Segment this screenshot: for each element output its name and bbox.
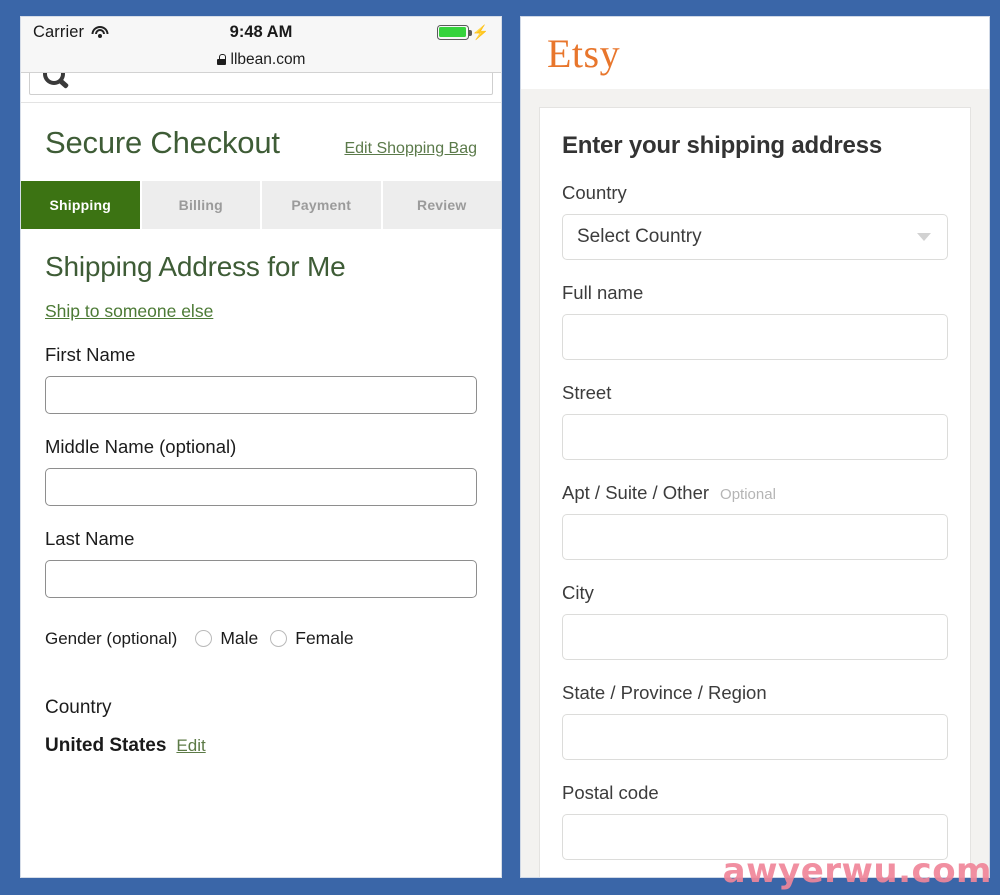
etsy-header: Etsy bbox=[521, 17, 989, 89]
tab-review[interactable]: Review bbox=[383, 181, 502, 229]
field-city: City bbox=[562, 582, 948, 660]
llbean-mobile-panel: Carrier 9:48 AM ⚡ llbean.com Secure Chec… bbox=[20, 16, 502, 878]
country-block: Country United States Edit bbox=[45, 697, 477, 757]
field-label: City bbox=[562, 582, 948, 604]
field-first-name: First Name bbox=[45, 344, 477, 414]
charging-icon: ⚡ bbox=[471, 24, 489, 40]
field-label: First Name bbox=[45, 344, 136, 365]
tab-payment[interactable]: Payment bbox=[262, 181, 383, 229]
checkout-header: Secure Checkout Edit Shopping Bag bbox=[21, 103, 501, 181]
ship-to-someone-else-link[interactable]: Ship to someone else bbox=[45, 301, 213, 322]
etsy-logo[interactable]: Etsy bbox=[547, 30, 620, 77]
country-select-value: Select Country bbox=[577, 226, 702, 247]
label-text: City bbox=[562, 582, 594, 603]
tab-billing[interactable]: Billing bbox=[142, 181, 262, 229]
etsy-panel: Etsy Enter your shipping address Country… bbox=[520, 16, 990, 878]
country-edit-link[interactable]: Edit bbox=[176, 736, 205, 756]
field-label: Last Name bbox=[45, 528, 135, 549]
carrier-label: Carrier bbox=[33, 22, 85, 41]
gender-field: Gender (optional) Male Female bbox=[45, 628, 477, 649]
status-bar-right: ⚡ bbox=[436, 24, 489, 40]
radio-icon[interactable] bbox=[270, 630, 288, 647]
last-name-input[interactable] bbox=[45, 560, 477, 598]
city-input[interactable] bbox=[562, 614, 948, 660]
radio-icon[interactable] bbox=[195, 630, 213, 647]
field-apt-suite-other: Apt / Suite / Other Optional bbox=[562, 482, 948, 560]
field-postal-code: Postal code bbox=[562, 782, 948, 860]
gender-option-male[interactable]: Male bbox=[195, 628, 258, 649]
field-label: State / Province / Region bbox=[562, 682, 948, 704]
shipping-form: Shipping Address for Me Ship to someone … bbox=[21, 229, 501, 757]
watermark: awyerwu.com bbox=[722, 851, 992, 891]
radio-label: Female bbox=[295, 628, 354, 648]
edit-shopping-bag-link[interactable]: Edit Shopping Bag bbox=[344, 140, 477, 158]
first-name-input[interactable] bbox=[45, 376, 477, 414]
status-bar-left: Carrier bbox=[33, 22, 109, 42]
site-search-strip[interactable] bbox=[21, 73, 501, 103]
field-country: Country Select Country bbox=[562, 182, 948, 260]
apt-suite-other-input[interactable] bbox=[562, 514, 948, 560]
country-select[interactable]: Select Country bbox=[562, 214, 948, 260]
street-input[interactable] bbox=[562, 414, 948, 460]
label-text: Country bbox=[562, 182, 627, 203]
label-text: Full name bbox=[562, 282, 644, 303]
middle-name-input[interactable] bbox=[45, 468, 477, 506]
field-last-name: Last Name bbox=[45, 528, 477, 598]
gender-label: Gender (optional) bbox=[45, 628, 178, 648]
label-text: State / Province / Region bbox=[562, 682, 767, 703]
page-title: Secure Checkout bbox=[45, 125, 280, 160]
field-label: Apt / Suite / Other Optional bbox=[562, 482, 948, 504]
field-label: Full name bbox=[562, 282, 948, 304]
field-middle-name: Middle Name (optional) bbox=[45, 436, 477, 506]
screenshot-stage: Carrier 9:48 AM ⚡ llbean.com Secure Chec… bbox=[0, 0, 1000, 895]
url-text: llbean.com bbox=[230, 50, 306, 68]
checkout-step-tabs: Shipping Billing Payment Review bbox=[21, 181, 501, 229]
optional-hint: Optional bbox=[720, 486, 776, 503]
gender-option-female[interactable]: Female bbox=[270, 628, 354, 649]
label-text: Postal code bbox=[562, 782, 659, 803]
country-value-row: United States Edit bbox=[45, 735, 477, 757]
state-province-region-input[interactable] bbox=[562, 714, 948, 760]
full-name-input[interactable] bbox=[562, 314, 948, 360]
tab-shipping[interactable]: Shipping bbox=[21, 181, 142, 229]
field-label: Middle Name (optional) bbox=[45, 436, 237, 457]
section-title: Shipping Address for Me bbox=[45, 251, 346, 282]
search-input[interactable] bbox=[29, 73, 493, 95]
card-title: Enter your shipping address bbox=[562, 132, 882, 159]
chevron-down-icon bbox=[917, 233, 931, 241]
browser-url-bar[interactable]: llbean.com bbox=[21, 47, 501, 73]
shipping-address-card: Enter your shipping address Country Sele… bbox=[539, 107, 971, 877]
battery-icon bbox=[436, 24, 472, 40]
field-state-province-region: State / Province / Region bbox=[562, 682, 948, 760]
wifi-icon bbox=[91, 25, 109, 39]
field-street: Street bbox=[562, 382, 948, 460]
label-text: Street bbox=[562, 382, 612, 403]
field-full-name: Full name bbox=[562, 282, 948, 360]
label-text: Apt / Suite / Other bbox=[562, 482, 710, 503]
radio-label: Male bbox=[220, 628, 259, 648]
phone-status-bar: Carrier 9:48 AM ⚡ bbox=[21, 17, 501, 47]
lock-icon bbox=[216, 54, 226, 65]
field-label: Country bbox=[562, 182, 948, 204]
field-label: Street bbox=[562, 382, 948, 404]
country-label: Country bbox=[45, 697, 112, 718]
country-value: United States bbox=[45, 735, 167, 756]
field-label: Postal code bbox=[562, 782, 948, 804]
